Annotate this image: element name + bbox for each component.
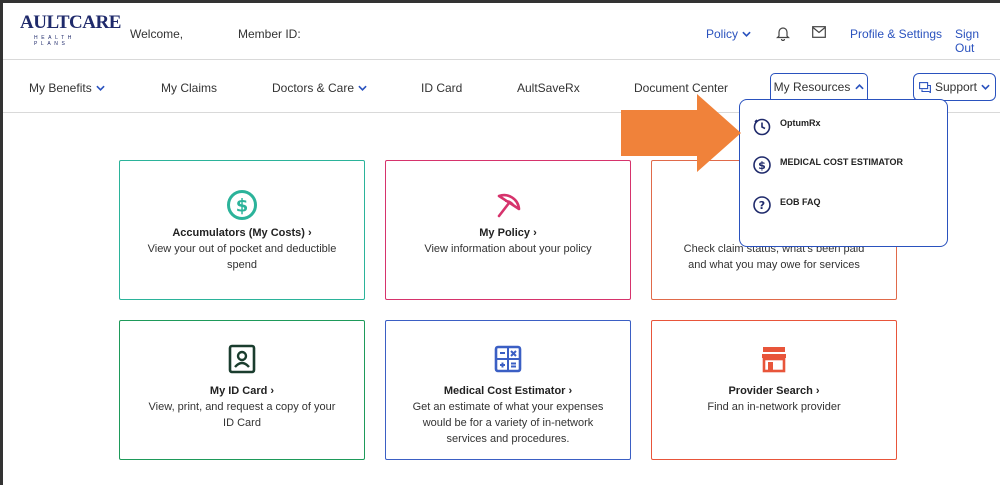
- welcome-text: Welcome,: [130, 27, 184, 41]
- dropdown-item-optumrx[interactable]: OptumRx: [752, 116, 821, 136]
- nav-doctors-care-label: Doctors & Care: [272, 81, 355, 95]
- card-description: View, print, and request a copy of your …: [148, 401, 336, 429]
- pointer-arrow-icon: [621, 94, 741, 172]
- mail-icon[interactable]: [812, 26, 826, 38]
- card-title: Provider Search ›: [728, 385, 820, 397]
- card-title: My Policy ›: [479, 227, 537, 239]
- dropdown-item-label: MEDICAL COST ESTIMATOR: [780, 157, 904, 167]
- card-my-id-card[interactable]: My ID Card › View, print, and request a …: [119, 320, 365, 460]
- aultcare-logo[interactable]: AULTCARE HEALTH PLANS: [18, 12, 121, 48]
- nav-my-resources[interactable]: My Resources: [770, 73, 868, 101]
- card-description: Find an in-network provider: [707, 401, 841, 413]
- card-provider-search[interactable]: Provider Search › Find an in-network pro…: [651, 320, 897, 460]
- policy-menu[interactable]: Policy: [706, 27, 751, 41]
- svg-text:?: ?: [759, 199, 765, 212]
- umbrella-icon: [497, 193, 521, 218]
- logo-subtext: HEALTH PLANS: [34, 35, 75, 47]
- logo-text: AULTCARE: [20, 12, 121, 33]
- card-description: View information about your policy: [424, 243, 592, 255]
- member-id-label: Member ID:: [238, 27, 301, 41]
- nav-my-benefits[interactable]: My Benefits: [29, 81, 105, 95]
- sign-out-link[interactable]: Sign Out: [955, 27, 1000, 55]
- calculator-icon: [494, 345, 522, 373]
- dropdown-item-label: EOB FAQ: [780, 197, 821, 207]
- chevron-up-icon: [855, 84, 865, 90]
- top-bar: AULTCARE HEALTH PLANS Welcome, Member ID…: [0, 0, 1000, 60]
- card-title: My ID Card ›: [209, 385, 275, 397]
- nav-document-center-label: Document Center: [634, 81, 729, 95]
- dollar-circle-icon: $: [753, 156, 771, 174]
- question-circle-icon: ?: [753, 196, 771, 214]
- dropdown-item-label: OptumRx: [780, 118, 821, 128]
- chevron-down-icon: [981, 84, 990, 90]
- card-medical-cost-estimator[interactable]: Medical Cost Estimator › Get an estimate…: [385, 320, 631, 460]
- svg-text:$: $: [758, 159, 766, 172]
- policy-label: Policy: [706, 27, 739, 41]
- nav-my-claims-label: My Claims: [161, 81, 217, 95]
- nav-id-card[interactable]: ID Card: [421, 81, 462, 95]
- card-accumulators[interactable]: $ Accumulators (My Costs) › View your ou…: [119, 160, 365, 300]
- card-title: Medical Cost Estimator ›: [443, 385, 573, 397]
- storefront-icon: [762, 347, 786, 373]
- nav-my-resources-label: My Resources: [773, 80, 851, 94]
- dropdown-item-eob-faq[interactable]: ? EOB FAQ: [752, 195, 821, 215]
- nav-document-center[interactable]: Document Center: [634, 81, 728, 95]
- card-my-policy[interactable]: My Policy › View information about your …: [385, 160, 631, 300]
- chevron-down-icon: [96, 85, 105, 91]
- dollar-circle-icon: $: [227, 190, 257, 220]
- nav-aultsaverx-label: AultSaveRx: [517, 81, 580, 95]
- my-resources-dropdown: OptumRx $ MEDICAL COST ESTIMATOR ? EOB F…: [739, 99, 948, 247]
- stopwatch-icon: [753, 118, 771, 136]
- dropdown-item-medical-cost-estimator[interactable]: $ MEDICAL COST ESTIMATOR: [752, 155, 903, 175]
- bell-icon[interactable]: [776, 25, 790, 41]
- svg-text:$: $: [236, 196, 249, 217]
- id-card-icon: [228, 344, 256, 374]
- profile-settings-link[interactable]: Profile & Settings: [850, 27, 942, 41]
- card-title: Accumulators (My Costs) ›: [172, 227, 312, 239]
- nav-id-card-label: ID Card: [421, 81, 463, 95]
- nav-my-benefits-label: My Benefits: [29, 81, 92, 95]
- nav-doctors-care[interactable]: Doctors & Care: [272, 81, 367, 95]
- chat-icon: [919, 81, 931, 93]
- chevron-down-icon: [358, 85, 367, 91]
- support-button[interactable]: Support: [913, 73, 996, 101]
- card-description: Get an estimate of what your expenses wo…: [412, 401, 604, 445]
- nav-aultsaverx[interactable]: AultSaveRx: [517, 81, 580, 95]
- nav-my-claims[interactable]: My Claims: [161, 81, 217, 95]
- card-description: View your out of pocket and deductible s…: [147, 243, 337, 271]
- support-label: Support: [934, 80, 978, 94]
- chevron-down-icon: [742, 31, 751, 37]
